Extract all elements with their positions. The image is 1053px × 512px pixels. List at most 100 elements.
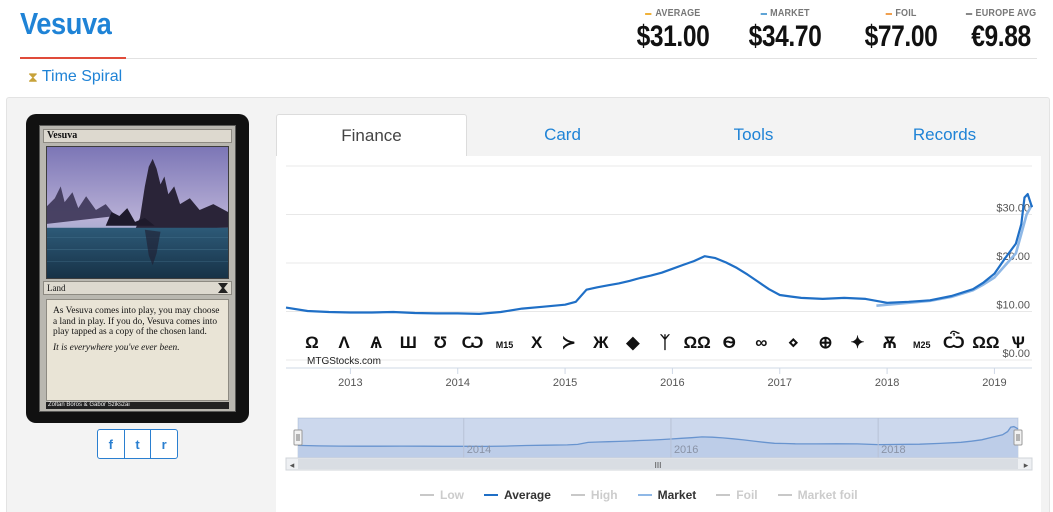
average-value: $31.00 xyxy=(636,20,710,53)
scroll-left-arrow-icon[interactable]: ◂ xyxy=(290,460,295,470)
set-release-symbol[interactable]: Ʌ xyxy=(338,333,350,352)
card-art xyxy=(46,146,229,279)
legend-item-average[interactable]: Average xyxy=(484,488,551,502)
x-tick-label: 2013 xyxy=(338,377,362,389)
card-title: Vesuva xyxy=(20,6,112,41)
legend-swatch xyxy=(570,494,585,496)
card-flavor-text: It is everywhere you've ever been. xyxy=(53,342,180,353)
x-tick-label: 2017 xyxy=(768,377,792,389)
set-release-symbol[interactable]: Ж xyxy=(592,333,609,352)
page: Vesuva ⧗ Time Spiral AVERAGE $31.00 MARK… xyxy=(0,0,1053,512)
set-release-symbol[interactable]: ⊕ xyxy=(818,333,832,352)
tab-tools[interactable]: Tools xyxy=(658,114,849,156)
card-artist: Zoltan Boros & Gabor Szikszai xyxy=(46,402,229,409)
tab-records[interactable]: Records xyxy=(849,114,1040,156)
legend-swatch xyxy=(777,494,792,496)
card-text-box: As Vesuva comes into play, you may choos… xyxy=(46,299,229,401)
set-release-symbol[interactable]: Ѡ xyxy=(462,333,484,352)
set-release-symbol[interactable]: Ш xyxy=(400,333,417,352)
price-chart[interactable]: $0.00$10.00$20.00$30.00 2013 2014 2015 2016… xyxy=(276,156,1041,512)
x-tick-label: 2019 xyxy=(982,377,1006,389)
price-europe-avg: EUROPE AVG €9.88 xyxy=(951,8,1051,54)
tab-bar: Finance Card Tools Records xyxy=(276,114,1041,156)
facebook-icon: f xyxy=(108,436,113,452)
set-release-symbol[interactable]: ≻ xyxy=(562,333,576,352)
facebook-share-button[interactable]: f xyxy=(98,430,125,458)
set-release-symbol[interactable]: Ѫ xyxy=(883,333,897,352)
set-release-symbol[interactable]: ✦ xyxy=(850,333,864,352)
set-release-symbol[interactable]: Ѱ xyxy=(1011,333,1025,352)
market-label: MARKET xyxy=(770,8,810,19)
y-tick-label: $10.00 xyxy=(996,300,1030,312)
tab-finance[interactable]: Finance xyxy=(276,114,467,156)
x-tick-label: 2018 xyxy=(875,377,899,389)
set-link[interactable]: ⧗ Time Spiral xyxy=(28,68,122,86)
scrollbar-grip: III xyxy=(655,461,662,470)
legend-label: Market xyxy=(657,488,697,502)
set-release-symbol[interactable]: ⋄ xyxy=(788,333,799,352)
navigator-selection[interactable] xyxy=(298,418,1018,458)
navigator-label: 2018 xyxy=(881,444,905,456)
set-release-symbol[interactable]: Ѧ xyxy=(370,333,383,352)
navigator-label: 2014 xyxy=(467,444,491,456)
set-release-symbol[interactable]: M15 xyxy=(496,340,514,350)
legend-swatch xyxy=(420,494,434,496)
legend-item-high[interactable]: High xyxy=(570,488,618,502)
europe-avg-value: €9.88 xyxy=(971,20,1031,53)
card-type: Land xyxy=(47,283,66,293)
legend-item-market-foil[interactable]: Market foil xyxy=(777,488,858,502)
hourglass-icon: ⧗ xyxy=(28,68,38,85)
market-value: $34.70 xyxy=(748,20,822,53)
set-release-symbol[interactable]: ΩΩ xyxy=(972,333,999,352)
foil-value: $77.00 xyxy=(864,20,938,53)
price-foil: FOIL $77.00 xyxy=(851,8,951,54)
market-legend-dash xyxy=(760,12,767,15)
y-tick-label: $30.00 xyxy=(996,203,1030,215)
series-line-average xyxy=(285,193,1034,315)
chart-watermark: MTGStocks.com xyxy=(307,356,381,367)
set-release-symbol[interactable]: Ѽ xyxy=(943,330,965,352)
set-release-symbol[interactable]: M25 xyxy=(913,340,931,350)
card-image-name: Vesuva xyxy=(43,129,232,143)
twitter-icon: t xyxy=(135,436,140,452)
foil-legend-dash xyxy=(885,12,892,15)
share-buttons: f t r xyxy=(97,429,178,459)
legend-swatch xyxy=(484,494,498,496)
card-type-line: Land xyxy=(43,281,232,295)
europe-avg-label: EUROPE AVG xyxy=(975,8,1037,19)
navigator-handle[interactable] xyxy=(293,429,303,446)
x-tick-label: 2015 xyxy=(553,377,577,389)
header-divider xyxy=(126,58,1037,59)
legend-swatch xyxy=(716,494,731,496)
x-tick-label: 2014 xyxy=(445,377,469,389)
navigator-handle[interactable] xyxy=(1013,429,1023,446)
set-release-symbol[interactable]: ΩΩ xyxy=(683,333,710,352)
chart-navigator[interactable]: 2014 2016 2018 ◂ ▸ III xyxy=(285,417,1033,471)
legend-label: Low xyxy=(440,488,464,502)
price-average: AVERAGE $31.00 xyxy=(623,8,723,54)
set-release-symbol[interactable]: Ѳ xyxy=(723,333,736,352)
set-release-symbol[interactable]: Ʊ xyxy=(434,333,448,352)
europe-legend-dash xyxy=(965,12,972,15)
set-release-symbol[interactable]: Ω xyxy=(305,333,319,352)
tab-card[interactable]: Card xyxy=(467,114,658,156)
price-chart-area: $0.00 $10.00 $20.00 $30.00 2013 2014 2015 2016… xyxy=(276,156,1041,512)
set-release-symbol[interactable]: X xyxy=(531,333,543,352)
legend-item-low[interactable]: Low xyxy=(420,488,464,502)
set-name: Time Spiral xyxy=(41,68,123,85)
set-release-symbol[interactable]: ∞ xyxy=(755,333,767,352)
legend-item-market[interactable]: Market xyxy=(637,488,697,502)
set-release-symbol[interactable]: ◆ xyxy=(625,333,640,352)
twitter-share-button[interactable]: t xyxy=(125,430,152,458)
average-legend-dash xyxy=(645,12,652,15)
set-release-symbol[interactable]: ᛉ xyxy=(660,333,671,352)
average-label: AVERAGE xyxy=(655,8,701,19)
scroll-right-arrow-icon[interactable]: ▸ xyxy=(1024,460,1029,470)
card-rules-text: As Vesuva comes into play, you may choos… xyxy=(53,306,220,337)
price-market: MARKET $34.70 xyxy=(735,8,835,54)
set-symbol-icon xyxy=(218,283,228,293)
legend-item-foil[interactable]: Foil xyxy=(716,488,758,502)
reddit-share-button[interactable]: r xyxy=(151,430,177,458)
chart-legend: Low Average High Market Foil Market foil xyxy=(420,488,858,502)
card-image[interactable]: Vesuva Land As Vesuva comes into play, y… xyxy=(26,114,249,423)
